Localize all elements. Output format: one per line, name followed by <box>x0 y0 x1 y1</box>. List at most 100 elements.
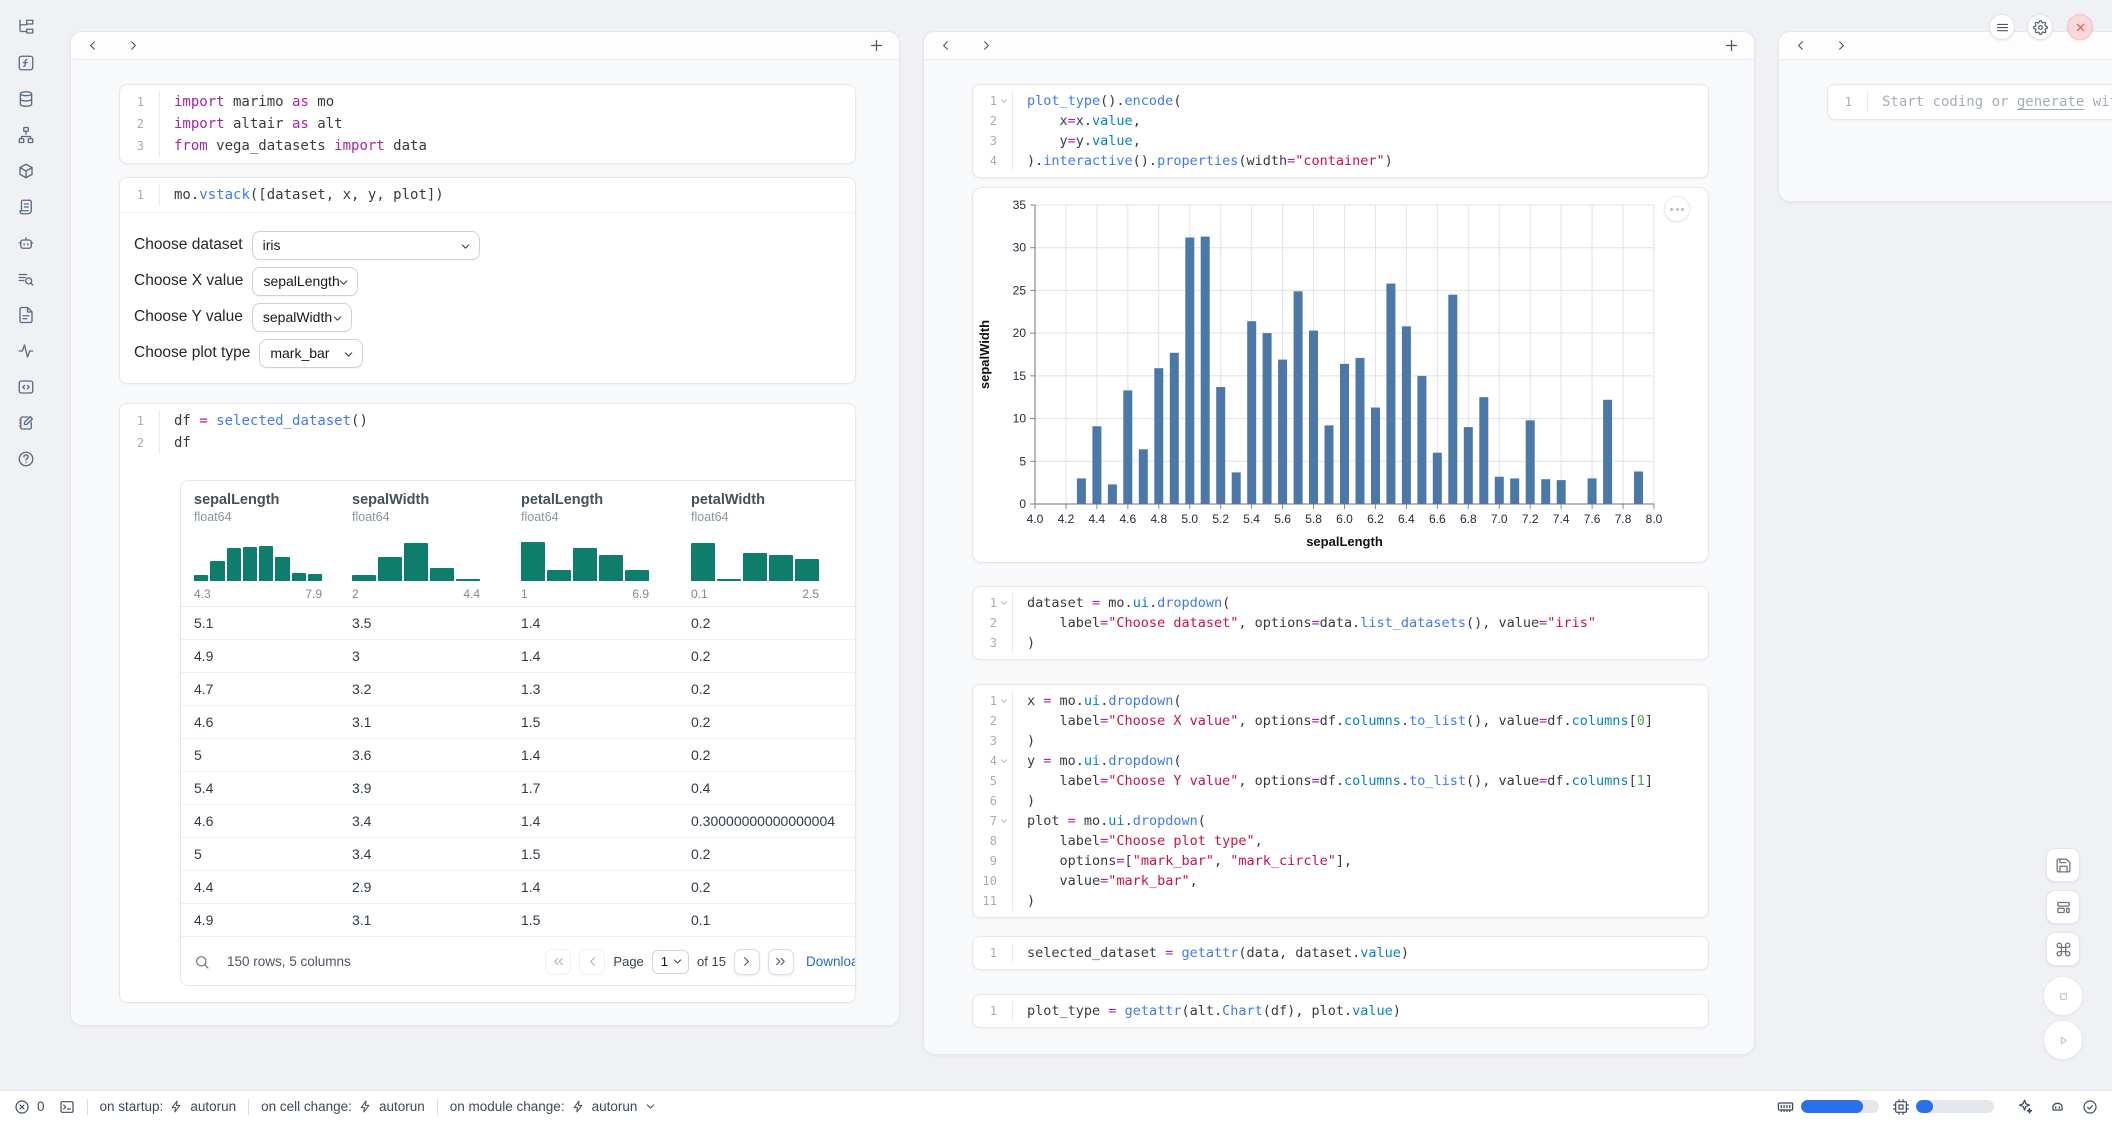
code-cell-selected-dataset[interactable]: 1selected_dataset = getattr(data, datase… <box>972 936 1709 970</box>
chevron-left-icon[interactable] <box>1793 38 1808 53</box>
sidebar-item-documentation[interactable] <box>16 304 37 325</box>
bar[interactable] <box>1139 449 1148 504</box>
bar[interactable] <box>1294 291 1303 504</box>
bar[interactable] <box>1495 477 1504 504</box>
editor-placeholder[interactable]: Start coding or generate with AI <box>1868 94 2112 110</box>
on-startup-setting[interactable]: on startup: autorun <box>100 1099 237 1114</box>
bar[interactable] <box>1340 364 1349 504</box>
bar[interactable] <box>1263 333 1272 504</box>
table-row[interactable]: 5.13.51.40.2setosa <box>181 607 856 640</box>
table-row[interactable]: 53.61.40.2setosa <box>181 739 856 772</box>
run-button[interactable] <box>2043 1020 2083 1060</box>
bar[interactable] <box>1278 360 1287 504</box>
code-cell-plot-type[interactable]: 1plot_type = getattr(alt.Chart(df), plot… <box>972 994 1709 1028</box>
sidebar-item-variables[interactable] <box>16 340 37 361</box>
bar[interactable] <box>1216 387 1225 504</box>
table-column-header[interactable]: petalWidth float64 0.12.5 <box>691 481 856 606</box>
on-cell-change-setting[interactable]: on cell change: autorun <box>261 1099 425 1114</box>
prev-page-button[interactable] <box>579 949 605 975</box>
download-button[interactable]: Download <box>806 954 856 969</box>
table-row[interactable]: 5.43.91.70.4setosa <box>181 772 856 805</box>
sidebar-item-tracing[interactable] <box>16 268 37 289</box>
dataset-select[interactable]: iris <box>252 231 480 260</box>
bar[interactable] <box>1510 478 1519 504</box>
code-cell-plot-expression[interactable]: 1plot_type().encode(2 x=x.value,3 y=y.va… <box>972 84 1709 178</box>
save-button[interactable] <box>2046 848 2080 882</box>
chevron-right-icon[interactable] <box>1834 38 1849 53</box>
bar[interactable] <box>1479 397 1488 504</box>
sidebar-item-snippets[interactable] <box>16 376 37 397</box>
settings-button[interactable] <box>2027 14 2053 40</box>
sidebar-item-packages[interactable] <box>16 160 37 181</box>
chevron-left-icon[interactable] <box>85 38 100 53</box>
table-row[interactable]: 4.931.40.2setosa <box>181 640 856 673</box>
plot-type-select[interactable]: mark_bar <box>259 339 363 368</box>
bar[interactable] <box>1077 478 1086 504</box>
code-cell-dataframe[interactable]: 1df = selected_dataset()2df sepalLength … <box>119 403 856 1003</box>
bar[interactable] <box>1154 368 1163 504</box>
table-row[interactable]: 4.73.21.30.2setosa <box>181 673 856 706</box>
on-module-change-setting[interactable]: on module change: autorun <box>450 1099 658 1114</box>
code-cell-imports[interactable]: 1import marimo as mo2import altair as al… <box>119 84 856 164</box>
layout-button[interactable] <box>2046 890 2080 924</box>
bar[interactable] <box>1402 326 1411 504</box>
table-column-header[interactable]: sepalWidth float64 24.4 <box>352 481 521 606</box>
table-row[interactable]: 4.93.11.50.1setosa <box>181 904 856 937</box>
add-cell-icon[interactable] <box>868 37 885 54</box>
chevron-left-icon[interactable] <box>938 38 953 53</box>
x-value-select[interactable]: sepalLength <box>252 267 358 296</box>
error-indicator[interactable]: 0 <box>14 1099 45 1115</box>
bar[interactable] <box>1541 479 1550 504</box>
copilot-button[interactable] <box>2049 1098 2066 1115</box>
sidebar-item-file-explorer[interactable] <box>16 16 37 37</box>
ai-assist-button[interactable] <box>2016 1098 2033 1115</box>
sidebar-item-logs[interactable] <box>16 196 37 217</box>
chevron-right-icon[interactable] <box>126 38 141 53</box>
code-cell-empty[interactable]: 1 Start coding or generate with AI <box>1827 84 2112 120</box>
close-button[interactable] <box>2067 14 2093 40</box>
generate-link[interactable]: generate <box>2017 94 2084 110</box>
bar[interactable] <box>1108 484 1117 504</box>
bar[interactable] <box>1526 420 1535 504</box>
code-cell-vstack[interactable]: 1mo.vstack([dataset, x, y, plot]) Choose… <box>119 177 856 384</box>
table-row[interactable]: 4.63.11.50.2setosa <box>181 706 856 739</box>
bar[interactable] <box>1309 331 1318 504</box>
sidebar-item-help[interactable] <box>16 448 37 469</box>
bar[interactable] <box>1201 237 1210 504</box>
first-page-button[interactable] <box>545 949 571 975</box>
sidebar-item-ai-chat[interactable] <box>16 232 37 253</box>
bar[interactable] <box>1356 358 1365 504</box>
bar[interactable] <box>1185 238 1194 505</box>
bar[interactable] <box>1464 427 1473 504</box>
bar[interactable] <box>1170 353 1179 504</box>
bar[interactable] <box>1371 408 1380 505</box>
connection-status[interactable] <box>2082 1099 2098 1115</box>
bar[interactable] <box>1433 453 1442 504</box>
chevron-right-icon[interactable] <box>979 38 994 53</box>
code-cell-xy-plot-dropdowns[interactable]: 1x = mo.ui.dropdown(2 label="Choose X va… <box>972 684 1709 918</box>
terminal-button[interactable] <box>59 1099 75 1115</box>
table-row[interactable]: 53.41.50.2setosa <box>181 838 856 871</box>
bar[interactable] <box>1448 295 1457 504</box>
sidebar-item-datasources[interactable] <box>16 88 37 109</box>
bar[interactable] <box>1123 390 1132 504</box>
stop-button[interactable] <box>2043 976 2083 1016</box>
bar[interactable] <box>1417 376 1426 504</box>
y-value-select[interactable]: sepalWidth <box>252 303 352 332</box>
bar[interactable] <box>1588 478 1597 504</box>
add-cell-icon[interactable] <box>1723 37 1740 54</box>
bar-chart[interactable]: 4.04.24.44.64.85.05.25.45.65.86.06.26.46… <box>973 188 1708 562</box>
last-page-button[interactable] <box>768 949 794 975</box>
bar[interactable] <box>1325 425 1334 504</box>
page-select[interactable]: 1 <box>652 950 689 974</box>
bar[interactable] <box>1386 284 1395 504</box>
bar[interactable] <box>1092 426 1101 504</box>
chart-menu-button[interactable] <box>1664 196 1690 222</box>
bar[interactable] <box>1557 480 1566 504</box>
bar[interactable] <box>1603 400 1612 504</box>
table-column-header[interactable]: petalLength float64 16.9 <box>521 481 691 606</box>
command-palette-button[interactable] <box>2046 932 2080 966</box>
table-row[interactable]: 4.63.41.40.30000000000000004setosa <box>181 805 856 838</box>
sidebar-item-dependencies[interactable] <box>16 124 37 145</box>
sidebar-item-scratchpad[interactable] <box>16 412 37 433</box>
